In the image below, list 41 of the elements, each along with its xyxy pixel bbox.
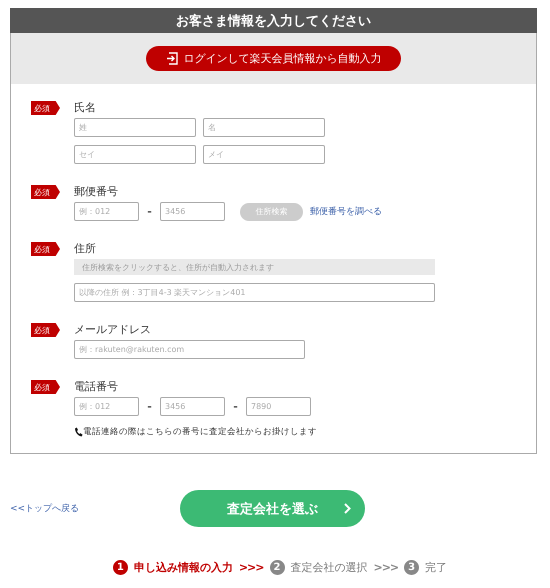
input-field[interactable]: 名 xyxy=(203,118,325,137)
login-icon xyxy=(166,52,178,65)
required-badge: 必須 xyxy=(31,185,60,199)
input-field[interactable]: 3456 xyxy=(160,202,225,221)
field-label: メールアドレス xyxy=(74,322,152,337)
step-number: 1 xyxy=(112,560,128,575)
form-title: お客さま情報を入力してください xyxy=(10,8,537,33)
field-label: 住所 xyxy=(74,241,97,256)
step-arrows: >>> xyxy=(374,561,398,574)
address-auto-field: 住所検索をクリックすると、住所が自動入力されます xyxy=(74,259,435,275)
zip-lookup-link[interactable]: 郵便番号を調べる xyxy=(310,205,382,218)
input-field[interactable]: 姓 xyxy=(74,118,196,137)
dash-separator: - xyxy=(232,400,239,413)
required-badge: 必須 xyxy=(31,323,60,337)
input-field[interactable]: メイ xyxy=(203,145,325,164)
required-badge: 必須 xyxy=(31,380,60,394)
input-field[interactable]: 例：012 xyxy=(74,397,139,416)
input-field[interactable]: セイ xyxy=(74,145,196,164)
required-badge: 必須 xyxy=(31,101,60,115)
phone-note: 電話連絡の際はこちらの番号に査定会社からお掛けします xyxy=(83,426,317,438)
dash-separator: - xyxy=(146,400,153,413)
input-field[interactable]: 例：012 xyxy=(74,202,139,221)
dash-separator: - xyxy=(146,205,153,218)
input-field[interactable]: 以降の住所 例：3丁目4-3 楽天マンション401 xyxy=(74,283,435,302)
field-label: 電話番号 xyxy=(74,379,119,394)
phone-icon xyxy=(74,427,83,437)
login-button[interactable]: ログインして楽天会員情報から自動入力 xyxy=(146,46,401,71)
chevron-right-icon xyxy=(344,503,351,514)
input-field[interactable]: 3456 xyxy=(160,397,225,416)
step-label: 完了 xyxy=(425,560,448,575)
back-to-top-link[interactable]: <<トップへ戻る xyxy=(10,502,180,515)
step-label: 申し込み情報の入力 xyxy=(134,560,233,575)
required-badge: 必須 xyxy=(31,242,60,256)
step-number: 3 xyxy=(404,560,420,575)
input-field[interactable]: 7890 xyxy=(246,397,311,416)
field-label: 氏名 xyxy=(74,100,97,115)
input-field[interactable]: 例：rakuten@rakuten.com xyxy=(74,340,305,359)
step-label: 査定会社の選択 xyxy=(290,560,368,575)
field-label: 郵便番号 xyxy=(74,184,119,199)
step-arrows: >>> xyxy=(238,561,264,574)
step-number: 2 xyxy=(270,560,284,575)
